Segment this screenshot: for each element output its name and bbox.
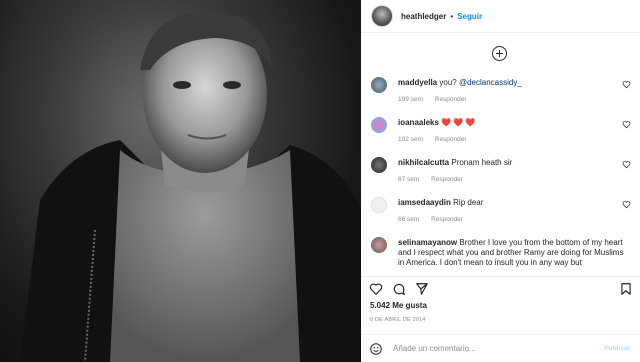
comment-username[interactable]: maddyella xyxy=(398,78,437,87)
post-date[interactable]: 8 DE ABRIL DE 2014 xyxy=(370,317,426,323)
comment-avatar[interactable] xyxy=(371,77,387,93)
post-photo[interactable] xyxy=(0,0,361,362)
comment-text: Rip dear xyxy=(453,198,484,207)
comment-meta: 87 sem Responder xyxy=(398,176,473,183)
comment-text: ❤️❤️❤️ xyxy=(441,118,478,127)
comment-text: you? xyxy=(439,78,457,87)
post-header: heathledger • Seguir xyxy=(361,0,640,33)
comment-text-block: iamsedaaydin Rip dear xyxy=(398,198,622,208)
like-comment-heart-icon[interactable] xyxy=(622,200,631,209)
comment-username[interactable]: iamsedaaydin xyxy=(398,198,451,207)
post-side-panel: heathledger • Seguir maddyella you? @dec… xyxy=(361,0,640,362)
portrait-illustration xyxy=(20,11,361,362)
author-username[interactable]: heathledger xyxy=(401,12,446,21)
reply-button[interactable]: Responder xyxy=(435,136,467,143)
reply-button[interactable]: Responder xyxy=(431,216,463,223)
header-separator: • xyxy=(450,11,454,21)
comment-username[interactable]: nikhilcalcutta xyxy=(398,158,449,167)
like-comment-heart-icon[interactable] xyxy=(622,160,631,169)
publish-button[interactable]: Publicar xyxy=(604,345,630,352)
like-count[interactable]: 5.042 Me gusta xyxy=(370,301,427,310)
like-comment-heart-icon[interactable] xyxy=(622,80,631,89)
comment-avatar[interactable] xyxy=(371,197,387,213)
comment-composer: Publicar xyxy=(361,334,640,362)
comment-text-block: maddyella you? @declancassidy_ xyxy=(398,78,622,88)
comment-input[interactable] xyxy=(393,344,593,353)
post-actions-bar xyxy=(361,276,640,296)
reply-button[interactable]: Responder xyxy=(435,96,467,103)
comment-text-block: ioanaaleks ❤️❤️❤️ xyxy=(398,118,622,128)
reply-button[interactable]: Responder xyxy=(431,176,463,183)
comment-time[interactable]: 87 sem xyxy=(398,176,419,183)
like-comment-heart-icon[interactable] xyxy=(622,120,631,129)
comment-text: Pronam heath sir xyxy=(451,158,513,167)
share-icon[interactable] xyxy=(415,282,429,296)
comment-avatar[interactable] xyxy=(371,117,387,133)
follow-button[interactable]: Seguir xyxy=(457,12,482,21)
comment-avatar[interactable] xyxy=(371,237,387,253)
bookmark-icon[interactable] xyxy=(619,282,633,296)
instagram-post-view: heathledger • Seguir maddyella you? @dec… xyxy=(0,0,640,362)
author-avatar[interactable] xyxy=(371,5,393,27)
comment-time[interactable]: 199 sem xyxy=(398,96,423,103)
comment-username[interactable]: selinamayanow xyxy=(398,238,457,247)
comment-time[interactable]: 66 sem xyxy=(398,216,419,223)
emoji-icon[interactable] xyxy=(369,342,383,356)
heart-icon[interactable] xyxy=(369,282,383,296)
comment-meta: 66 sem Responder xyxy=(398,216,473,223)
comment-time[interactable]: 192 sem xyxy=(398,136,423,143)
comment-avatar[interactable] xyxy=(371,157,387,173)
comment-mention[interactable]: @declancassidy_ xyxy=(459,78,522,87)
comments-list: maddyella you? @declancassidy_ 199 sem R… xyxy=(361,34,640,268)
comment-icon[interactable] xyxy=(392,282,406,296)
comment-username[interactable]: ioanaaleks xyxy=(398,118,439,127)
comment-meta: 192 sem Responder xyxy=(398,136,477,143)
comment-text-block: nikhilcalcutta Pronam heath sir xyxy=(398,158,622,168)
load-more-icon[interactable] xyxy=(492,46,507,61)
comment-text-block: selinamayanow Brother I love you from th… xyxy=(398,238,630,268)
comment-meta: 199 sem Responder xyxy=(398,96,477,103)
